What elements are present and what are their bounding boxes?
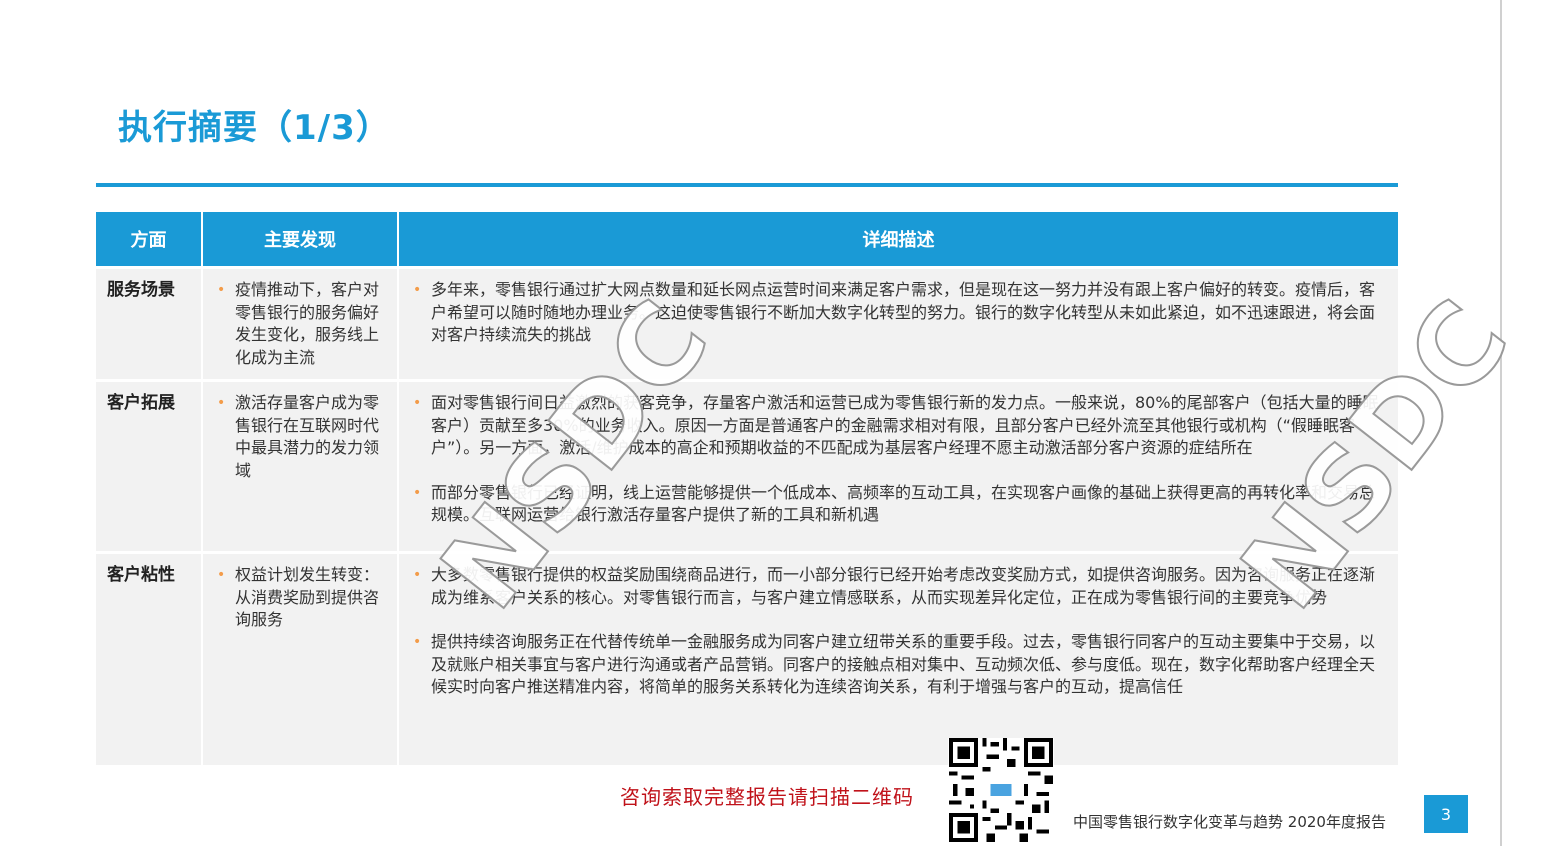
bullet-dot: • [413, 282, 422, 298]
finding-text: 激活存量客户成为零售银行在互联网时代中最具潜力的发力领域 [213, 392, 387, 482]
detail-text: 面对零售银行间日益激烈的获客竞争，存量客户激活和运营已成为零售银行新的发力点。一… [431, 393, 1379, 457]
row-aspect: 服务场景 [96, 266, 203, 381]
table-row: 客户粘性 权益计划发生转变：从消费奖励到提供咨询服务 • 大多数零售银行提供的权益… [96, 551, 1398, 765]
detail-text: 大多数零售银行提供的权益奖励围绕商品进行，而一小部分银行已经开始考虑改变奖励方式… [431, 565, 1376, 607]
detail-item: • 面对零售银行间日益激烈的获客竞争，存量客户激活和运营已成为零售银行新的发力点。… [409, 392, 1388, 460]
row-finding: 激活存量客户成为零售银行在互联网时代中最具潜力的发力领域 [202, 379, 399, 553]
row-finding: 疫情推动下，客户对零售银行的服务偏好发生变化，服务线上化成为主流 [202, 266, 399, 381]
title-divider [96, 183, 1398, 187]
detail-item: • 多年来，零售银行通过扩大网点数量和延长网点运营时间来满足客户需求，但是现在这一… [409, 279, 1388, 347]
bullet-dot: • [413, 484, 422, 501]
detail-item: • 大多数零售银行提供的权益奖励围绕商品进行，而一小部分银行已经开始考虑改变奖励方… [409, 564, 1388, 609]
bullet-dot: • [413, 395, 422, 411]
findings-table: 方面 主要发现 详细描述 服务场景 疫情推动下，客户对零售银行的服务偏好发生变化… [96, 212, 1398, 765]
header-details: 详细描述 [398, 212, 1398, 268]
bullet-dot: • [413, 567, 422, 583]
bullet-dot: • [413, 634, 422, 650]
detail-item: • 而部分零售银行已经证明，线上运营能够提供一个低成本、高频率的互动工具，在实现客… [409, 482, 1388, 527]
slide: 执行摘要（1/3） 方面 主要发现 详细描述 服务场景 疫情推动下，客户对零售银… [0, 0, 1535, 846]
header-aspect: 方面 [96, 212, 203, 268]
header-finding: 主要发现 [202, 212, 399, 268]
row-aspect: 客户粘性 [96, 551, 203, 765]
finding-text: 疫情推动下，客户对零售银行的服务偏好发生变化，服务线上化成为主流 [213, 279, 387, 369]
footer-report-title: 中国零售银行数字化变革与趋势 2020年度报告 [1073, 813, 1386, 831]
detail-text: 而部分零售银行已经证明，线上运营能够提供一个低成本、高频率的互动工具，在实现客户… [431, 482, 1376, 525]
table-header-row: 方面 主要发现 详细描述 [96, 212, 1398, 268]
detail-text: 多年来，零售银行通过扩大网点数量和延长网点运营时间来满足客户需求，但是现在这一努… [431, 280, 1376, 344]
detail-item: • 提供持续咨询服务正在代替传统单一金融服务成为同客户建立纽带关系的重要手段。过去… [409, 631, 1388, 699]
detail-text: 提供持续咨询服务正在代替传统单一金融服务成为同客户建立纽带关系的重要手段。过去，… [431, 632, 1376, 696]
table-row: 客户拓展 激活存量客户成为零售银行在互联网时代中最具潜力的发力领域 • 面对零售银… [96, 379, 1398, 553]
page-number: 3 [1424, 795, 1468, 833]
row-finding: 权益计划发生转变：从消费奖励到提供咨询服务 [202, 551, 399, 765]
row-details: • 多年来，零售银行通过扩大网点数量和延长网点运营时间来满足客户需求，但是现在这一… [398, 266, 1398, 381]
qr-caption: 咨询索取完整报告请扫描二维码 [620, 785, 914, 809]
table-row: 服务场景 疫情推动下，客户对零售银行的服务偏好发生变化，服务线上化成为主流 • 多… [96, 266, 1398, 381]
qr-code-icon [948, 738, 1054, 842]
row-aspect: 客户拓展 [96, 379, 203, 553]
finding-text: 权益计划发生转变：从消费奖励到提供咨询服务 [213, 564, 387, 632]
row-details: • 面对零售银行间日益激烈的获客竞争，存量客户激活和运营已成为零售银行新的发力点。… [398, 379, 1398, 553]
row-details: • 大多数零售银行提供的权益奖励围绕商品进行，而一小部分银行已经开始考虑改变奖励方… [398, 551, 1398, 765]
page-title: 执行摘要（1/3） [118, 108, 391, 148]
